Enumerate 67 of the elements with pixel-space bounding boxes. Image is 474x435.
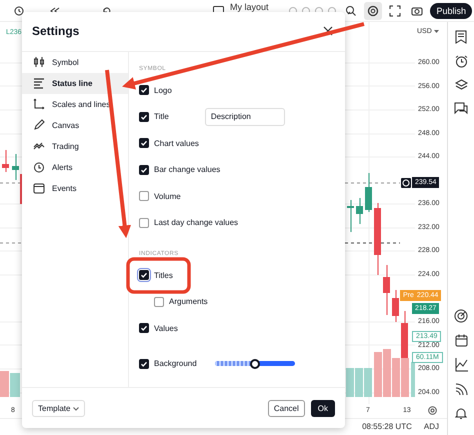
calendar-icon[interactable] [454,334,468,347]
option-label: Titles [154,270,173,280]
publish-button[interactable]: Publish [430,2,472,18]
nav-item[interactable]: Trading [22,136,128,157]
clock-time[interactable]: 08:55:28 UTC [362,422,412,432]
layout-name[interactable]: My layout [230,2,269,12]
price-line [344,242,400,244]
cancel-button[interactable]: Cancel [268,400,305,417]
alarm-clock-icon[interactable] [454,55,468,68]
chat-icon[interactable] [454,102,468,115]
ok-button[interactable]: Ok [310,400,335,417]
checkbox[interactable] [139,218,149,228]
caret-icon [72,406,79,411]
candle-icon [33,56,45,68]
settings-icon[interactable] [428,406,437,415]
pencil-icon [33,119,45,132]
option-label: Background [154,359,197,368]
option-label: Volume [154,192,181,201]
caret-icon [434,30,439,33]
candlestick-drawing [2,150,22,204]
price-line [344,182,400,184]
volume-bars-drawing [0,371,20,397]
option-label: Logo [154,86,172,95]
clock-icon[interactable] [14,6,24,16]
option-label: Chart values [154,138,199,148]
option-label: Values [154,324,178,333]
nav-item[interactable]: Status line [22,72,128,94]
undo-icon[interactable] [102,6,111,14]
opacity-slider[interactable] [214,361,295,366]
target-icon[interactable] [454,309,468,323]
axes-icon [33,98,45,110]
nav-item[interactable]: Events [22,178,128,199]
title-dropdown[interactable]: Description [204,108,285,126]
alarm-clock-icon [33,161,45,174]
price-line [0,242,22,244]
option-label: Arguments [169,297,208,306]
close-icon[interactable] [323,26,333,36]
highlight-frame [126,257,191,294]
checkbox[interactable] [139,85,149,96]
template-dropdown[interactable]: Template [32,400,85,417]
nav-item[interactable]: Canvas [22,114,128,136]
settings-icon[interactable] [364,2,382,20]
option-label: Bar change values [154,165,220,174]
chart-line-icon[interactable] [454,358,468,372]
option-label: Title [154,112,169,122]
nav-item[interactable]: Alerts [22,156,128,178]
checkbox[interactable] [139,112,149,122]
checkbox[interactable] [139,323,149,334]
list-icon[interactable] [455,30,467,44]
checkbox[interactable] [139,138,149,148]
nav-item[interactable]: Symbol [22,52,128,73]
adjustment-toggle[interactable]: ADJ [424,422,439,432]
dialog-title: Settings [32,24,80,38]
signal-icon[interactable] [454,383,468,396]
lines-icon [33,77,45,90]
option-label: Last day change values [154,218,238,228]
bell-icon[interactable] [455,407,467,420]
price-line [0,182,22,184]
checkbox[interactable] [139,358,149,369]
checkbox[interactable] [139,191,149,202]
calendar-icon [33,182,45,194]
checkbox[interactable] [154,296,164,307]
checkbox[interactable] [139,164,149,175]
slider-thumb[interactable] [250,358,260,369]
checkbox[interactable] [139,270,149,280]
volume-bars-drawing [346,349,415,397]
layers-icon[interactable] [454,79,468,91]
